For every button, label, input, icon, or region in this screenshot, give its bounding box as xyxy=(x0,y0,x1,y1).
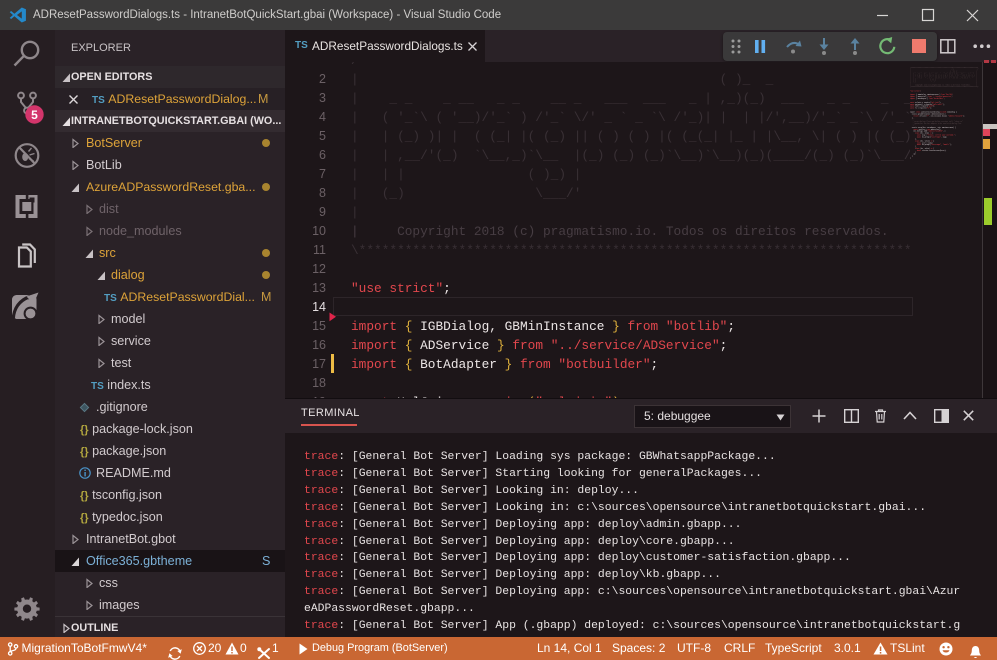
svg-text:5: 5 xyxy=(31,108,38,122)
